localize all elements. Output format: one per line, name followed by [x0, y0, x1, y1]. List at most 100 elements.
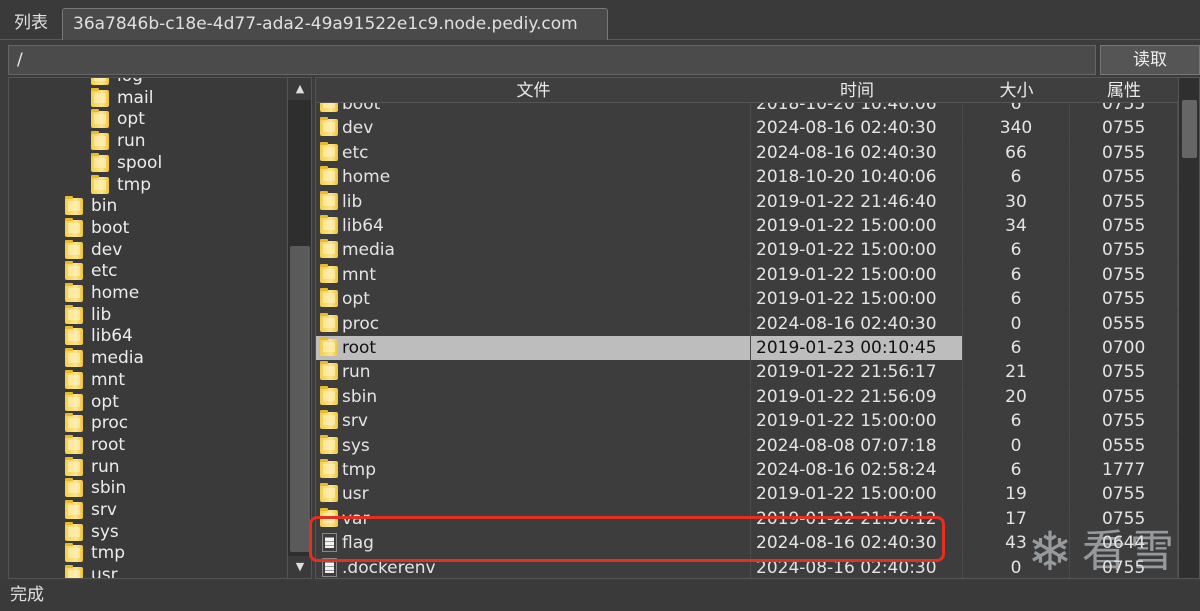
folder-icon [320, 117, 338, 137]
file-table: boot 2018-10-20 10:40:06 6 0755 dev 2024-08-1… [315, 77, 1200, 579]
folder-icon [65, 196, 83, 216]
header-file[interactable]: 文件 [316, 78, 751, 102]
folder-icon [65, 326, 83, 346]
tree-scroll-thumb[interactable] [290, 246, 310, 552]
table-row[interactable]: sys 2024-08-08 07:07:18 0 0555 [316, 433, 1178, 458]
folder-icon-wrap [320, 288, 340, 310]
file-name-text: etc [342, 142, 369, 163]
table-row[interactable]: home 2018-10-20 10:40:06 6 0755 [316, 165, 1178, 190]
header-time[interactable]: 时间 [751, 78, 963, 102]
table-row[interactable]: usr 2019-01-22 15:00:00 19 0755 [316, 482, 1178, 507]
cell-time: 2024-08-16 02:40:30 [751, 311, 963, 336]
folder-icon-wrap [320, 385, 340, 408]
folder-icon [320, 190, 338, 210]
tree-scrollbar[interactable]: ▲ ▼ [287, 78, 311, 578]
path-input[interactable]: / [8, 45, 1096, 75]
file-name-text: media [342, 240, 395, 261]
flag-highlight-box [309, 516, 945, 562]
cell-time: 2019-01-22 21:56:09 [751, 384, 963, 409]
cell-attr: 1777 [1070, 458, 1178, 482]
folder-icon-wrap [320, 239, 340, 261]
cell-file-name: sys [316, 433, 751, 458]
folder-icon [65, 283, 83, 302]
folder-icon-wrap [320, 434, 340, 457]
tree-item-label: opt [91, 391, 119, 412]
cell-attr: 0755 [1070, 482, 1178, 507]
file-name-text: usr [342, 484, 369, 505]
tree-item-label: tmp [117, 174, 152, 195]
folder-icon-wrap [320, 117, 340, 139]
folder-icon [320, 166, 338, 186]
table-row[interactable]: mnt 2019-01-22 15:00:00 6 0755 [316, 262, 1178, 287]
file-name-text: sbin [342, 386, 378, 407]
folder-icon [65, 239, 83, 259]
tree-item-label: etc [91, 261, 118, 282]
snowflake-icon: ❄ [1027, 520, 1073, 583]
tree-item-label: tmp [91, 543, 126, 564]
table-row[interactable]: proc 2024-08-16 02:40:30 0 0555 [316, 311, 1178, 336]
folder-icon [91, 87, 109, 107]
file-name-text: lib64 [342, 216, 384, 236]
table-scroll-thumb[interactable] [1182, 100, 1197, 158]
cell-file-name: sbin [316, 384, 751, 409]
table-row[interactable]: media 2019-01-22 15:00:00 6 0755 [316, 238, 1178, 263]
cell-size: 34 [963, 214, 1070, 238]
folder-icon [320, 459, 338, 478]
cell-attr: 0555 [1070, 433, 1178, 458]
cell-size: 6 [963, 458, 1070, 482]
table-row[interactable]: root 2019-01-23 00:10:45 6 0700 [316, 336, 1178, 360]
folder-icon [65, 261, 83, 281]
cell-time: 2018-10-20 10:40:06 [751, 165, 963, 190]
header-attr[interactable]: 属性 [1070, 78, 1178, 102]
table-row[interactable]: opt 2019-01-22 15:00:00 6 0755 [316, 287, 1178, 312]
tab-bar: 列表 36a7846b-c18e-4d77-ada2-49a91522e1c9.… [0, 0, 1200, 40]
folder-icon [320, 483, 338, 503]
scroll-down-arrow-icon[interactable]: ▼ [288, 556, 311, 578]
table-row[interactable]: tmp 2024-08-16 02:58:24 6 1777 [316, 458, 1178, 482]
table-row[interactable]: dev 2024-08-16 02:40:30 340 0755 [316, 116, 1178, 141]
read-button[interactable]: 读取 [1100, 45, 1200, 75]
folder-icon [91, 174, 109, 194]
tree-item-label: mnt [91, 369, 125, 390]
cell-time: 2024-08-16 02:40:30 [751, 116, 963, 141]
table-row[interactable]: lib 2019-01-22 21:46:40 30 0755 [316, 189, 1178, 214]
table-scrollbar[interactable] [1178, 78, 1199, 578]
cell-attr: 0755 [1070, 214, 1178, 238]
tab-list[interactable]: 列表 [4, 8, 60, 40]
table-row[interactable]: lib64 2019-01-22 15:00:00 34 0755 [316, 214, 1178, 238]
folder-icon-wrap [320, 459, 340, 481]
cell-attr: 0755 [1070, 384, 1178, 409]
table-row[interactable]: srv 2019-01-22 15:00:00 6 0755 [316, 409, 1178, 434]
header-size[interactable]: 大小 [963, 78, 1070, 102]
file-name-text: run [342, 362, 371, 383]
folder-icon [65, 543, 83, 563]
tree-item-label: media [91, 348, 144, 369]
folder-icon [320, 263, 338, 283]
folder-icon [65, 369, 83, 389]
folder-icon-wrap [320, 483, 340, 505]
cell-time: 2019-01-22 15:00:00 [751, 287, 963, 312]
tree-item-label: home [91, 283, 140, 303]
folder-icon [320, 385, 338, 405]
table-row[interactable]: sbin 2019-01-22 21:56:09 20 0755 [316, 384, 1178, 409]
cell-file-name: lib [316, 189, 751, 214]
tree-item-label: run [91, 456, 120, 477]
cell-time: 2019-01-22 15:00:00 [751, 214, 963, 238]
tab-remote-host[interactable]: 36a7846b-c18e-4d77-ada2-49a91522e1c9.nod… [62, 8, 608, 40]
cell-size: 30 [963, 189, 1070, 214]
cell-size: 21 [963, 360, 1070, 385]
file-name-text: sys [342, 435, 370, 456]
folder-icon-wrap [320, 263, 340, 286]
folder-icon [320, 434, 338, 454]
cell-time: 2019-01-22 21:56:17 [751, 360, 963, 385]
folder-icon [65, 391, 83, 411]
cell-attr: 0755 [1070, 165, 1178, 190]
cell-attr: 0755 [1070, 189, 1178, 214]
table-row[interactable]: run 2019-01-22 21:56:17 21 0755 [316, 360, 1178, 385]
table-row[interactable]: etc 2024-08-16 02:40:30 66 0755 [316, 140, 1178, 165]
tree-item-label: spool [117, 152, 163, 173]
cell-size: 6 [963, 409, 1070, 434]
tree-item-label: mail [117, 87, 154, 108]
scroll-up-arrow-icon[interactable]: ▲ [288, 78, 311, 100]
cell-size: 20 [963, 384, 1070, 409]
